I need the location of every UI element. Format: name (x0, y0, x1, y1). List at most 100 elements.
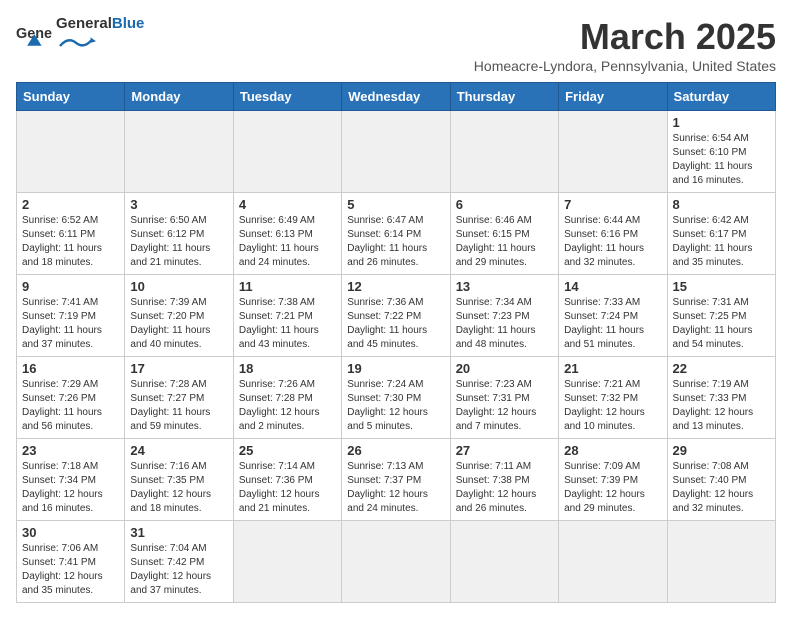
day-number: 29 (673, 443, 770, 458)
day-info: Sunrise: 7:19 AM Sunset: 7:33 PM Dayligh… (673, 378, 770, 434)
weekday-header-sunday: Sunday (17, 83, 125, 111)
calendar-cell: 29 Sunrise: 7:08 AM Sunset: 7:40 PM Dayli… (667, 439, 775, 521)
day-info: Sunrise: 6:50 AM Sunset: 6:12 PM Dayligh… (130, 214, 227, 270)
day-number: 22 (673, 361, 770, 376)
day-info: Sunrise: 7:41 AM Sunset: 7:19 PM Dayligh… (22, 296, 119, 352)
day-info: Sunrise: 7:14 AM Sunset: 7:36 PM Dayligh… (239, 460, 336, 516)
calendar-cell: 15Sunrise: 7:31 AM Sunset: 7:25 PM Dayli… (667, 275, 775, 357)
day-number: 5 (347, 197, 444, 212)
day-info: Sunrise: 7:09 AM Sunset: 7:39 PM Dayligh… (564, 460, 661, 516)
day-info: Sunrise: 6:47 AM Sunset: 6:14 PM Dayligh… (347, 214, 444, 270)
calendar-cell: 20Sunrise: 7:23 AM Sunset: 7:31 PM Dayli… (450, 357, 558, 439)
calendar-table: SundayMondayTuesdayWednesdayThursdayFrid… (16, 82, 776, 603)
calendar-cell: 16 Sunrise: 7:29 AM Sunset: 7:26 PM Dayli… (17, 357, 125, 439)
day-info: Sunrise: 7:29 AM Sunset: 7:26 PM Dayligh… (22, 378, 119, 434)
logo-general: General (56, 15, 112, 32)
calendar-cell (233, 111, 341, 193)
calendar-header-row: SundayMondayTuesdayWednesdayThursdayFrid… (17, 83, 776, 111)
day-number: 28 (564, 443, 661, 458)
calendar-cell (17, 111, 125, 193)
logo: General GeneralBlue (16, 16, 144, 56)
day-number: 9 (22, 279, 119, 294)
day-info: Sunrise: 6:54 AM Sunset: 6:10 PM Dayligh… (673, 132, 770, 188)
calendar-cell: 6Sunrise: 6:46 AM Sunset: 6:15 PM Daylig… (450, 193, 558, 275)
day-number: 13 (456, 279, 553, 294)
calendar-week-4: 23Sunrise: 7:18 AM Sunset: 7:34 PM Dayli… (17, 439, 776, 521)
calendar-cell (125, 111, 233, 193)
day-info: Sunrise: 7:13 AM Sunset: 7:37 PM Dayligh… (347, 460, 444, 516)
day-info: Sunrise: 6:42 AM Sunset: 6:17 PM Dayligh… (673, 214, 770, 270)
calendar-cell (667, 521, 775, 603)
day-info: Sunrise: 6:52 AM Sunset: 6:11 PM Dayligh… (22, 214, 119, 270)
day-info: Sunrise: 7:21 AM Sunset: 7:32 PM Dayligh… (564, 378, 661, 434)
calendar-cell: 9 Sunrise: 7:41 AM Sunset: 7:19 PM Daylig… (17, 275, 125, 357)
day-number: 14 (564, 279, 661, 294)
day-info: Sunrise: 7:38 AM Sunset: 7:21 PM Dayligh… (239, 296, 336, 352)
location-subtitle: Homeacre-Lyndora, Pennsylvania, United S… (474, 58, 776, 74)
calendar-cell (342, 521, 450, 603)
day-number: 31 (130, 525, 227, 540)
calendar-cell: 2 Sunrise: 6:52 AM Sunset: 6:11 PM Daylig… (17, 193, 125, 275)
calendar-week-1: 2 Sunrise: 6:52 AM Sunset: 6:11 PM Daylig… (17, 193, 776, 275)
day-info: Sunrise: 6:44 AM Sunset: 6:16 PM Dayligh… (564, 214, 661, 270)
calendar-cell (450, 521, 558, 603)
calendar-cell: 1 Sunrise: 6:54 AM Sunset: 6:10 PM Daylig… (667, 111, 775, 193)
calendar-cell: 28 Sunrise: 7:09 AM Sunset: 7:39 PM Dayli… (559, 439, 667, 521)
day-number: 23 (22, 443, 119, 458)
day-number: 10 (130, 279, 227, 294)
calendar-cell: 7Sunrise: 6:44 AM Sunset: 6:16 PM Daylig… (559, 193, 667, 275)
day-number: 21 (564, 361, 661, 376)
day-number: 6 (456, 197, 553, 212)
day-info: Sunrise: 7:08 AM Sunset: 7:40 PM Dayligh… (673, 460, 770, 516)
calendar-cell (233, 521, 341, 603)
calendar-cell (559, 521, 667, 603)
calendar-cell: 11Sunrise: 7:38 AM Sunset: 7:21 PM Dayli… (233, 275, 341, 357)
day-number: 24 (130, 443, 227, 458)
calendar-cell: 3 Sunrise: 6:50 AM Sunset: 6:12 PM Daylig… (125, 193, 233, 275)
day-number: 8 (673, 197, 770, 212)
weekday-header-saturday: Saturday (667, 83, 775, 111)
weekday-header-thursday: Thursday (450, 83, 558, 111)
weekday-header-friday: Friday (559, 83, 667, 111)
calendar-cell (342, 111, 450, 193)
day-number: 18 (239, 361, 336, 376)
day-info: Sunrise: 7:04 AM Sunset: 7:42 PM Dayligh… (130, 542, 227, 598)
calendar-cell: 30Sunrise: 7:06 AM Sunset: 7:41 PM Dayli… (17, 521, 125, 603)
day-number: 30 (22, 525, 119, 540)
calendar-cell: 4 Sunrise: 6:49 AM Sunset: 6:13 PM Daylig… (233, 193, 341, 275)
day-info: Sunrise: 7:36 AM Sunset: 7:22 PM Dayligh… (347, 296, 444, 352)
calendar-cell: 31 Sunrise: 7:04 AM Sunset: 7:42 PM Dayli… (125, 521, 233, 603)
calendar-week-5: 30Sunrise: 7:06 AM Sunset: 7:41 PM Dayli… (17, 521, 776, 603)
day-number: 27 (456, 443, 553, 458)
calendar-week-3: 16 Sunrise: 7:29 AM Sunset: 7:26 PM Dayli… (17, 357, 776, 439)
calendar-cell: 8 Sunrise: 6:42 AM Sunset: 6:17 PM Daylig… (667, 193, 775, 275)
calendar-cell: 27 Sunrise: 7:11 AM Sunset: 7:38 PM Dayli… (450, 439, 558, 521)
calendar-cell: 19 Sunrise: 7:24 AM Sunset: 7:30 PM Dayli… (342, 357, 450, 439)
weekday-header-monday: Monday (125, 83, 233, 111)
calendar-cell: 21 Sunrise: 7:21 AM Sunset: 7:32 PM Dayli… (559, 357, 667, 439)
month-title: March 2025 (474, 16, 776, 58)
calendar-cell: 26Sunrise: 7:13 AM Sunset: 7:37 PM Dayli… (342, 439, 450, 521)
day-number: 3 (130, 197, 227, 212)
calendar-cell: 17Sunrise: 7:28 AM Sunset: 7:27 PM Dayli… (125, 357, 233, 439)
calendar-cell: 25 Sunrise: 7:14 AM Sunset: 7:36 PM Dayli… (233, 439, 341, 521)
day-info: Sunrise: 7:23 AM Sunset: 7:31 PM Dayligh… (456, 378, 553, 434)
day-number: 1 (673, 115, 770, 130)
logo-wave (56, 33, 96, 51)
day-number: 4 (239, 197, 336, 212)
day-number: 25 (239, 443, 336, 458)
calendar-week-2: 9 Sunrise: 7:41 AM Sunset: 7:19 PM Daylig… (17, 275, 776, 357)
logo-blue: Blue (112, 15, 145, 32)
day-info: Sunrise: 7:33 AM Sunset: 7:24 PM Dayligh… (564, 296, 661, 352)
day-number: 17 (130, 361, 227, 376)
calendar-cell: 13Sunrise: 7:34 AM Sunset: 7:23 PM Dayli… (450, 275, 558, 357)
day-number: 2 (22, 197, 119, 212)
day-info: Sunrise: 7:11 AM Sunset: 7:38 PM Dayligh… (456, 460, 553, 516)
day-info: Sunrise: 6:49 AM Sunset: 6:13 PM Dayligh… (239, 214, 336, 270)
day-info: Sunrise: 7:24 AM Sunset: 7:30 PM Dayligh… (347, 378, 444, 434)
calendar-cell: 18Sunrise: 7:26 AM Sunset: 7:28 PM Dayli… (233, 357, 341, 439)
calendar-cell: 5 Sunrise: 6:47 AM Sunset: 6:14 PM Daylig… (342, 193, 450, 275)
day-number: 16 (22, 361, 119, 376)
weekday-header-tuesday: Tuesday (233, 83, 341, 111)
day-number: 19 (347, 361, 444, 376)
